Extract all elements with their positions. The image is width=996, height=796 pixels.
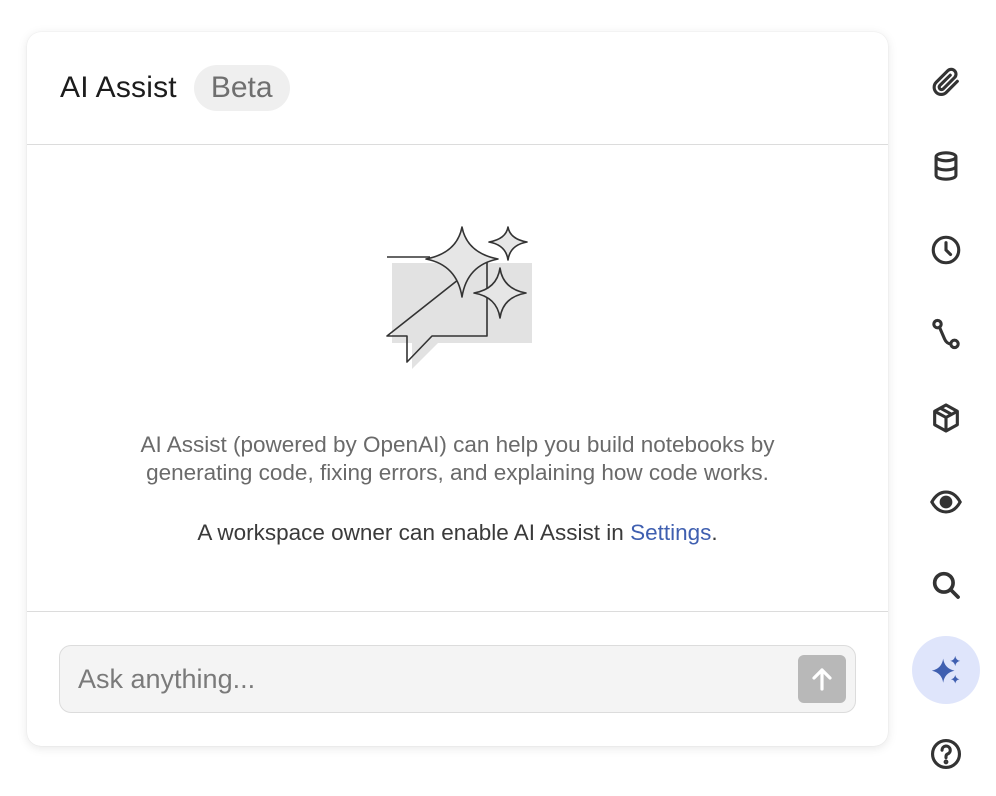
- clock-icon: [931, 235, 961, 265]
- panel-title: AI Assist: [60, 71, 177, 104]
- package-icon: [933, 403, 959, 433]
- database-icon: [934, 151, 958, 181]
- panel-footer: [27, 612, 888, 746]
- rail-data-button[interactable]: [912, 132, 980, 200]
- rail-preview-button[interactable]: [912, 468, 980, 536]
- rail-attachments-button[interactable]: [912, 48, 980, 116]
- description-line: AI Assist (powered by OpenAI) can help y…: [140, 432, 775, 457]
- panel-header: AI Assist Beta: [27, 32, 888, 145]
- ask-box: [59, 645, 856, 713]
- path-icon: [932, 318, 960, 350]
- paperclip-icon: [932, 67, 959, 96]
- help-icon: [930, 738, 962, 770]
- settings-link[interactable]: Settings: [630, 520, 711, 545]
- panel-body: AI Assist (powered by OpenAI) can help y…: [27, 145, 888, 612]
- enable-message-suffix: .: [711, 520, 718, 545]
- ai-assist-panel: AI Assist Beta AI Assist (powered by Ope…: [27, 32, 888, 746]
- enable-message-text: A workspace owner can enable AI Assist i…: [197, 520, 631, 545]
- chat-sparkles-illustration: [386, 226, 532, 369]
- description-line: generating code, fixing errors, and expl…: [146, 460, 769, 485]
- rail-help-button[interactable]: [912, 720, 980, 788]
- ask-input[interactable]: [60, 646, 798, 712]
- description: AI Assist (powered by OpenAI) can help y…: [27, 431, 888, 487]
- rail-paths-button[interactable]: [912, 300, 980, 368]
- rail-history-button[interactable]: [912, 216, 980, 284]
- sparkles-icon: [931, 655, 961, 684]
- enable-message: A workspace owner can enable AI Assist i…: [27, 520, 888, 546]
- rail-packages-button[interactable]: [912, 384, 980, 452]
- rail-ai-assist-button[interactable]: [912, 636, 980, 704]
- rail-search-button[interactable]: [912, 551, 980, 619]
- search-icon: [932, 571, 960, 599]
- eye-icon: [930, 490, 962, 514]
- beta-badge: Beta: [193, 65, 290, 111]
- send-button[interactable]: [798, 655, 846, 703]
- arrow-up-icon: [812, 668, 832, 691]
